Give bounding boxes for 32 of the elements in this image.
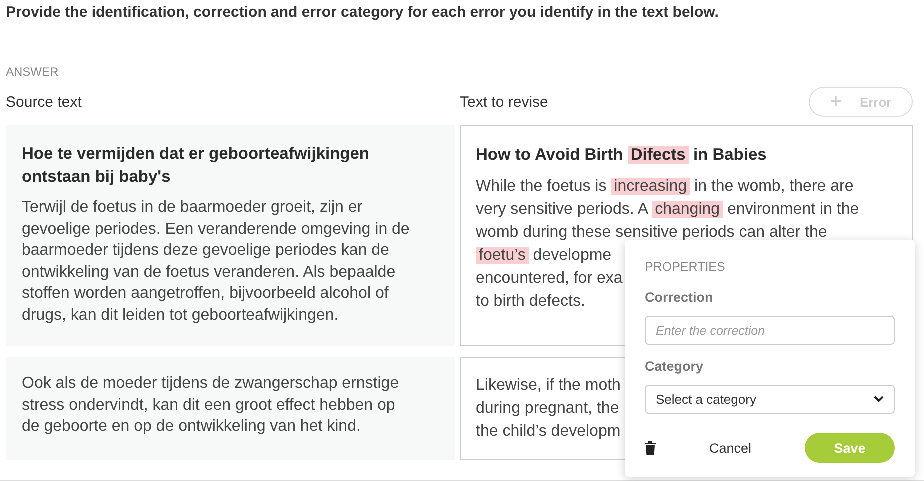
text-fragment: Likewise, if the moth — [476, 377, 621, 394]
text-fragment: in the womb, there are — [694, 178, 854, 195]
text-fragment: encountered, for exa — [476, 270, 623, 287]
text-fragment: womb during these sensitive periods can alter the — [476, 224, 828, 241]
text-fragment: very sensitive periods. A — [476, 201, 650, 218]
paragraph-title: Hoe te vermijden dat er geboorteafwijkingen ontstaan bij baby's — [22, 144, 370, 188]
text-fragment: While the foetus is — [476, 178, 608, 195]
text-fragment: developme — [532, 247, 612, 264]
caret-icon — [874, 396, 884, 403]
field-label: Correction — [645, 290, 714, 305]
properties-heading: PROPERTIES — [645, 260, 726, 274]
text-fragment: environment in the — [726, 201, 860, 218]
error-highlight[interactable]: increasing — [611, 178, 690, 195]
text-fragment: to birth defects. — [476, 293, 586, 310]
error-highlight[interactable]: foetu’s — [476, 247, 529, 264]
cancel-button[interactable]: Cancel — [699, 434, 762, 462]
text-fragment: How to Avoid Birth — [476, 146, 624, 164]
section-label: ANSWER — [6, 65, 59, 79]
field-label: Category — [645, 359, 704, 374]
category-dropdown[interactable]: Select a category — [645, 385, 895, 414]
text-fragment: during pregnant, the — [476, 400, 620, 417]
instruction-text: Provide the identification, correction and error category for each error you identify in the text below. — [6, 4, 719, 21]
correction-field[interactable]: Enter the correction — [645, 316, 895, 345]
text-fragment: the child’s developm — [476, 423, 621, 440]
delete-icon[interactable] — [645, 441, 656, 455]
source-paragraph: Ook als de moeder tijdens de zwangerschap ernstige stress ondervindt, kan dit een groot effect hebben op de geboorte en op de ontwikkeling van het kind. — [22, 374, 400, 437]
error-highlight[interactable]: Difects — [628, 146, 689, 164]
source-paragraph: Terwijl de foetus in de baarmoeder groeit, zijn er gevoelige periodes. Een veranderende omgeving in de baarmoeder tijdens deze gevoelige periodes kan de ontwikkeling van de foetus veranderen. Als bepaalde stoffen worden aangetroffen, bijvoorbeeld alcohol of drugs, kan dit leiden tot geboorteafwijkingen. — [22, 198, 411, 326]
column-heading: Text to revise — [460, 94, 550, 110]
column-heading: Source text — [6, 94, 83, 110]
error-highlight[interactable]: changing — [652, 201, 724, 218]
text-fragment: in Babies — [692, 146, 767, 164]
